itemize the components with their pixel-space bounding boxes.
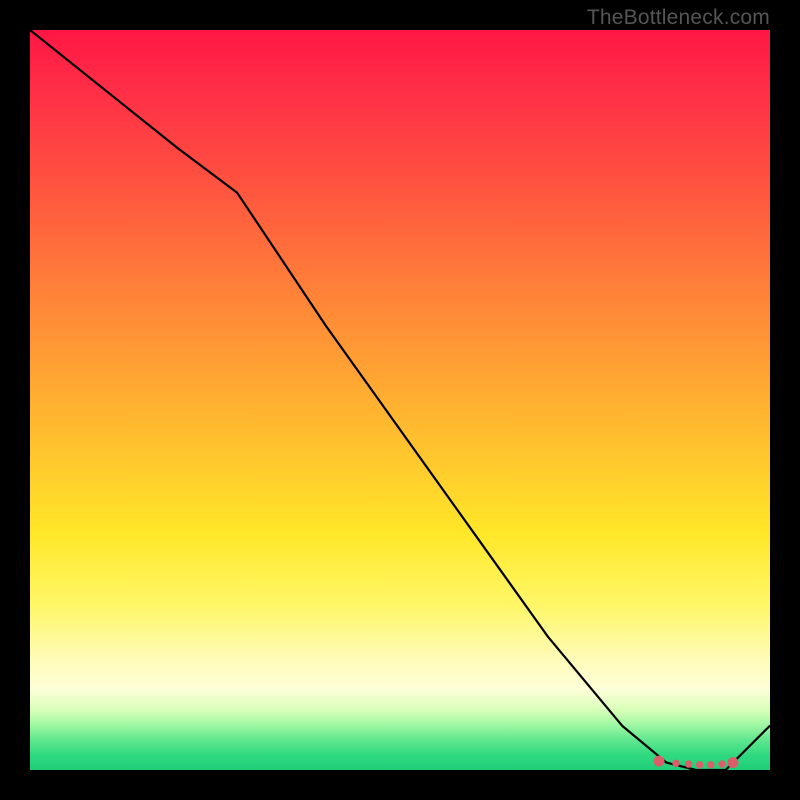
watermark-text: TheBottleneck.com <box>587 6 770 30</box>
bottleneck-curve <box>30 30 770 770</box>
plot-area <box>30 30 770 770</box>
chart-svg <box>30 30 770 770</box>
sweet-spot-dot <box>697 762 703 768</box>
sweet-spot-dot <box>673 760 679 766</box>
sweet-spot-dot <box>708 762 714 768</box>
chart-frame: TheBottleneck.com <box>0 0 800 800</box>
sweet-spot-dot <box>728 758 738 768</box>
sweet-spot-dot <box>719 761 725 767</box>
sweet-spot-dot <box>654 756 664 766</box>
sweet-spot-dot <box>685 761 691 767</box>
